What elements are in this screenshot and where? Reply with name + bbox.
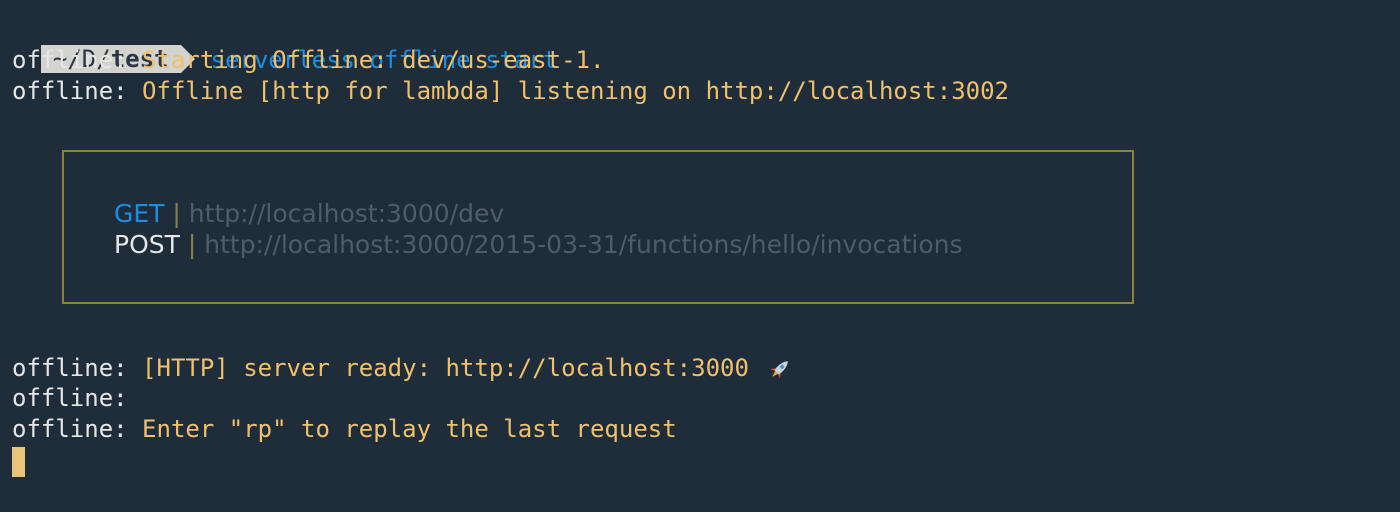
route-url[interactable]: http://localhost:3000/2015-03-31/functio… [204, 230, 962, 259]
route-method: POST [114, 230, 180, 259]
route-method: GET [114, 199, 165, 228]
output-line: offline: Enter "rp" to replay the last r… [12, 414, 677, 444]
prompt-line: ~/D/test serverless offline start [12, 15, 557, 74]
output-message: Offline [http for lambda] listening on h… [142, 77, 1009, 105]
route-separator: | [187, 230, 197, 259]
output-message: Starting Offline: dev/us-east-1. [142, 46, 605, 74]
terminal-cursor[interactable] [12, 447, 25, 477]
route-url[interactable]: http://localhost:3000/dev [189, 199, 504, 228]
route-line: GET | http://localhost:3000/dev [114, 199, 504, 229]
output-line: offline: Starting Offline: dev/us-east-1… [12, 45, 604, 75]
route-separator: | [172, 199, 181, 228]
output-label: offline: [12, 46, 128, 74]
rocket-icon [770, 361, 789, 379]
output-label: offline: [12, 77, 128, 105]
route-line: POST | http://localhost:3000/2015-03-31/… [114, 230, 963, 260]
output-message: [HTTP] server ready: http://localhost:30… [142, 354, 749, 382]
output-message: Enter "rp" to replay the last request [142, 415, 677, 443]
output-line: offline: Offline [http for lambda] liste… [12, 76, 1009, 106]
output-label: offline: [12, 354, 128, 382]
output-line: offline: [HTTP] server ready: http://loc… [12, 353, 793, 383]
output-line: offline: [12, 383, 142, 413]
output-label: offline: [12, 415, 128, 443]
output-label: offline: [12, 384, 128, 412]
